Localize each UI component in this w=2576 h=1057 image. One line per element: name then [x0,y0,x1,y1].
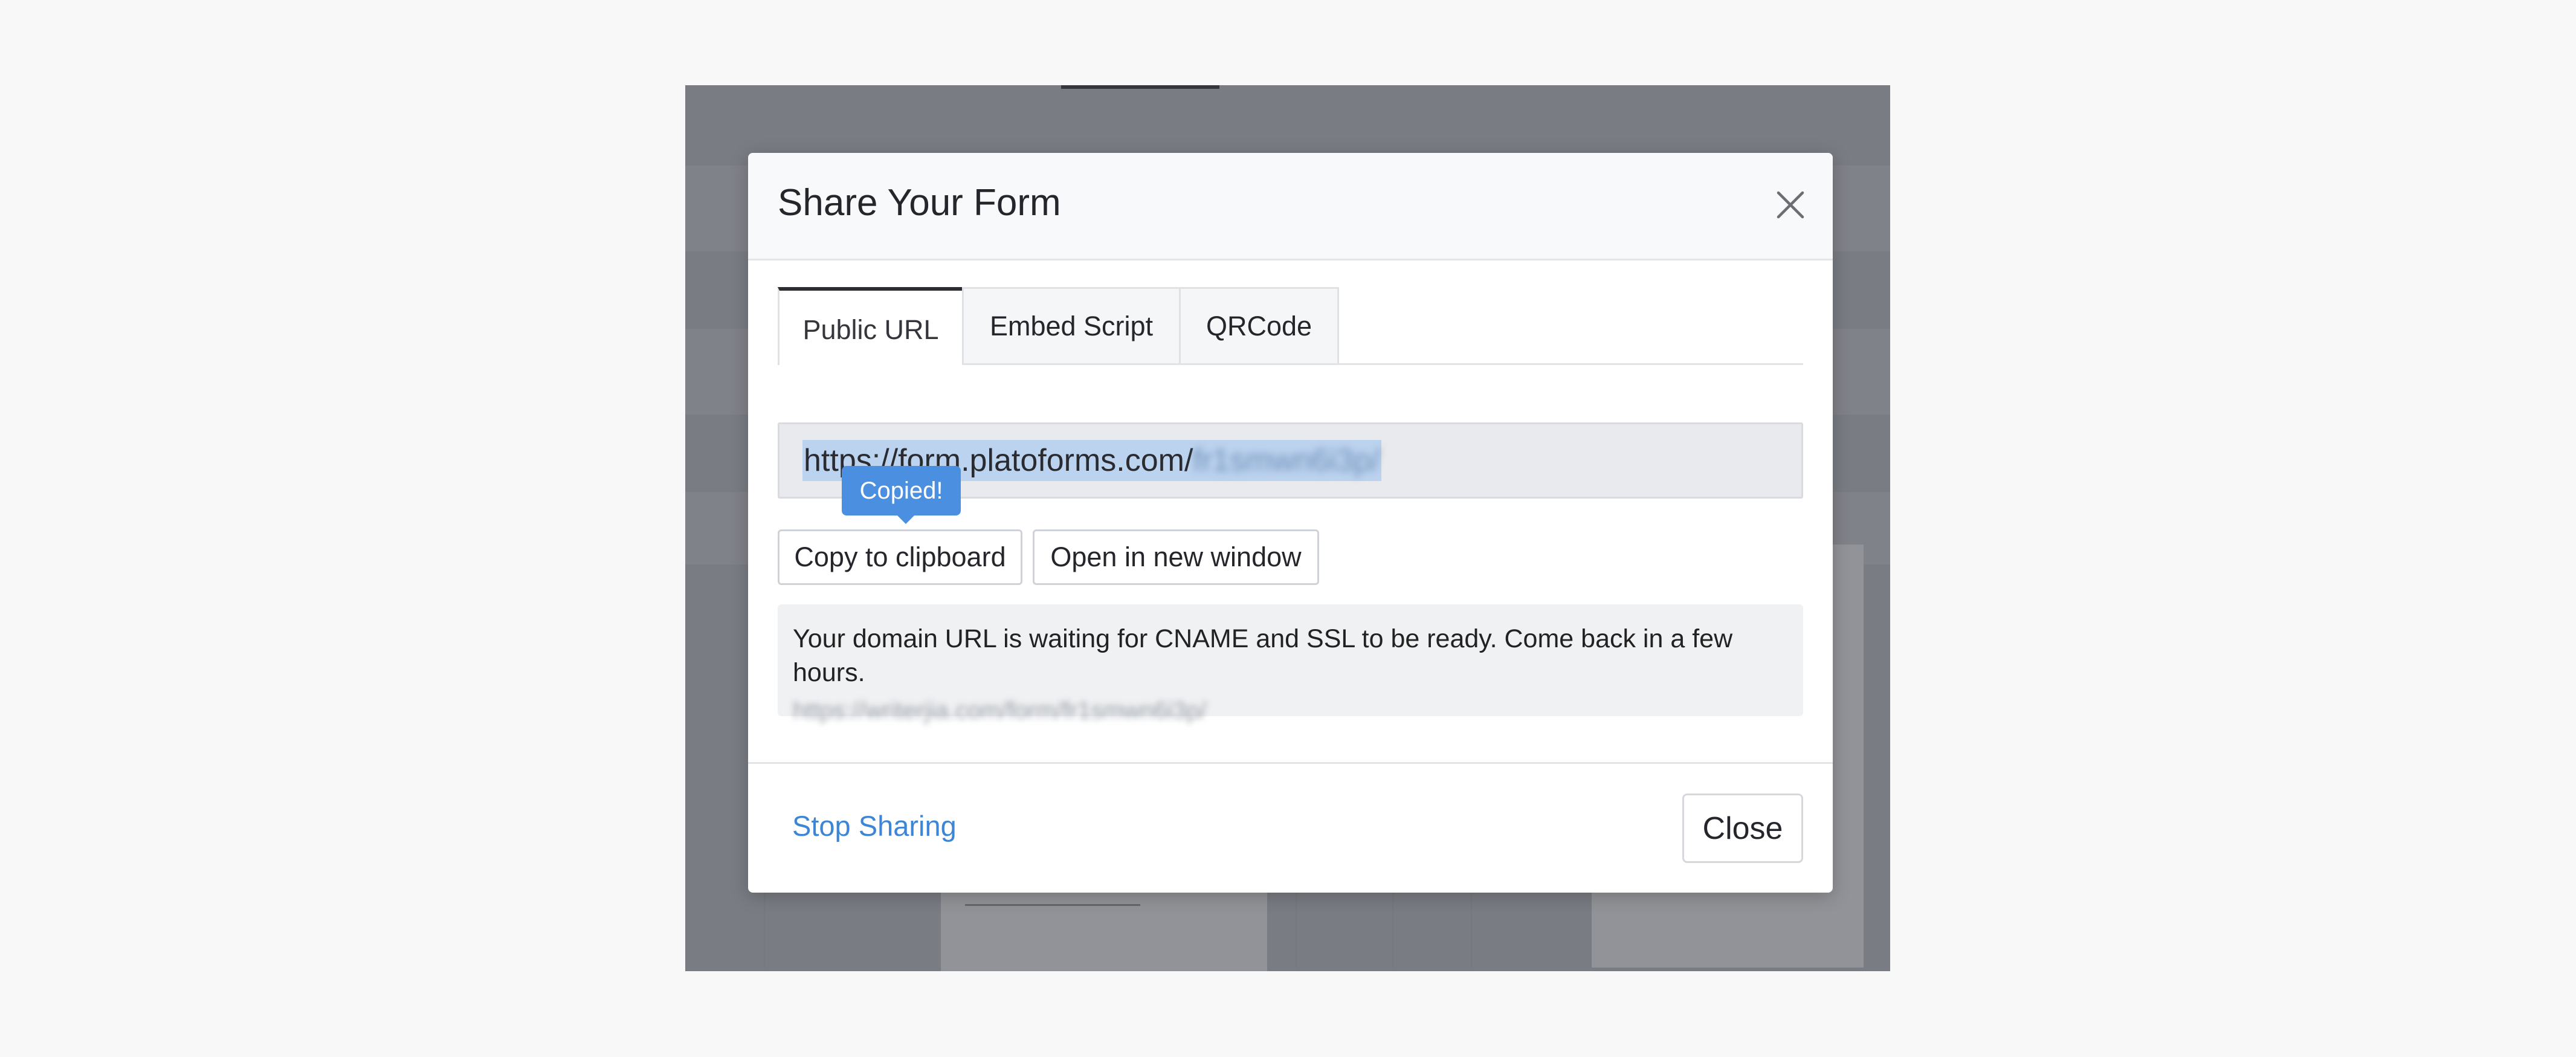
domain-notice-url: https://writerjia.com/form/fr1smwn6i3p/ [793,697,1207,724]
tab-qrcode[interactable]: QRCode [1179,287,1339,363]
close-button[interactable]: Close [1682,794,1803,863]
share-tabs: Public URL Embed Script QRCode [778,287,1803,365]
url-blurred-suffix: fr1smwn6i3p/ [1193,443,1380,478]
copied-tooltip: Copied! [842,466,961,516]
close-icon[interactable] [1772,187,1809,223]
modal-header: Share Your Form [748,153,1833,260]
domain-notice: Your domain URL is waiting for CNAME and… [778,604,1803,724]
tooltip-arrow [896,514,915,524]
stop-sharing-link[interactable]: Stop Sharing [792,809,957,842]
modal-title: Share Your Form [778,182,1061,224]
tab-embed-script[interactable]: Embed Script [962,287,1181,363]
domain-notice-text: Your domain URL is waiting for CNAME and… [793,624,1733,687]
share-form-modal: Share Your Form Public URL Embed Script … [748,153,1833,893]
modal-footer: Stop Sharing Close [748,762,1833,893]
open-in-new-window-button[interactable]: Open in new window [1033,529,1319,585]
tab-public-url[interactable]: Public URL [778,287,964,365]
copy-to-clipboard-button[interactable]: Copy to clipboard [778,529,1022,585]
